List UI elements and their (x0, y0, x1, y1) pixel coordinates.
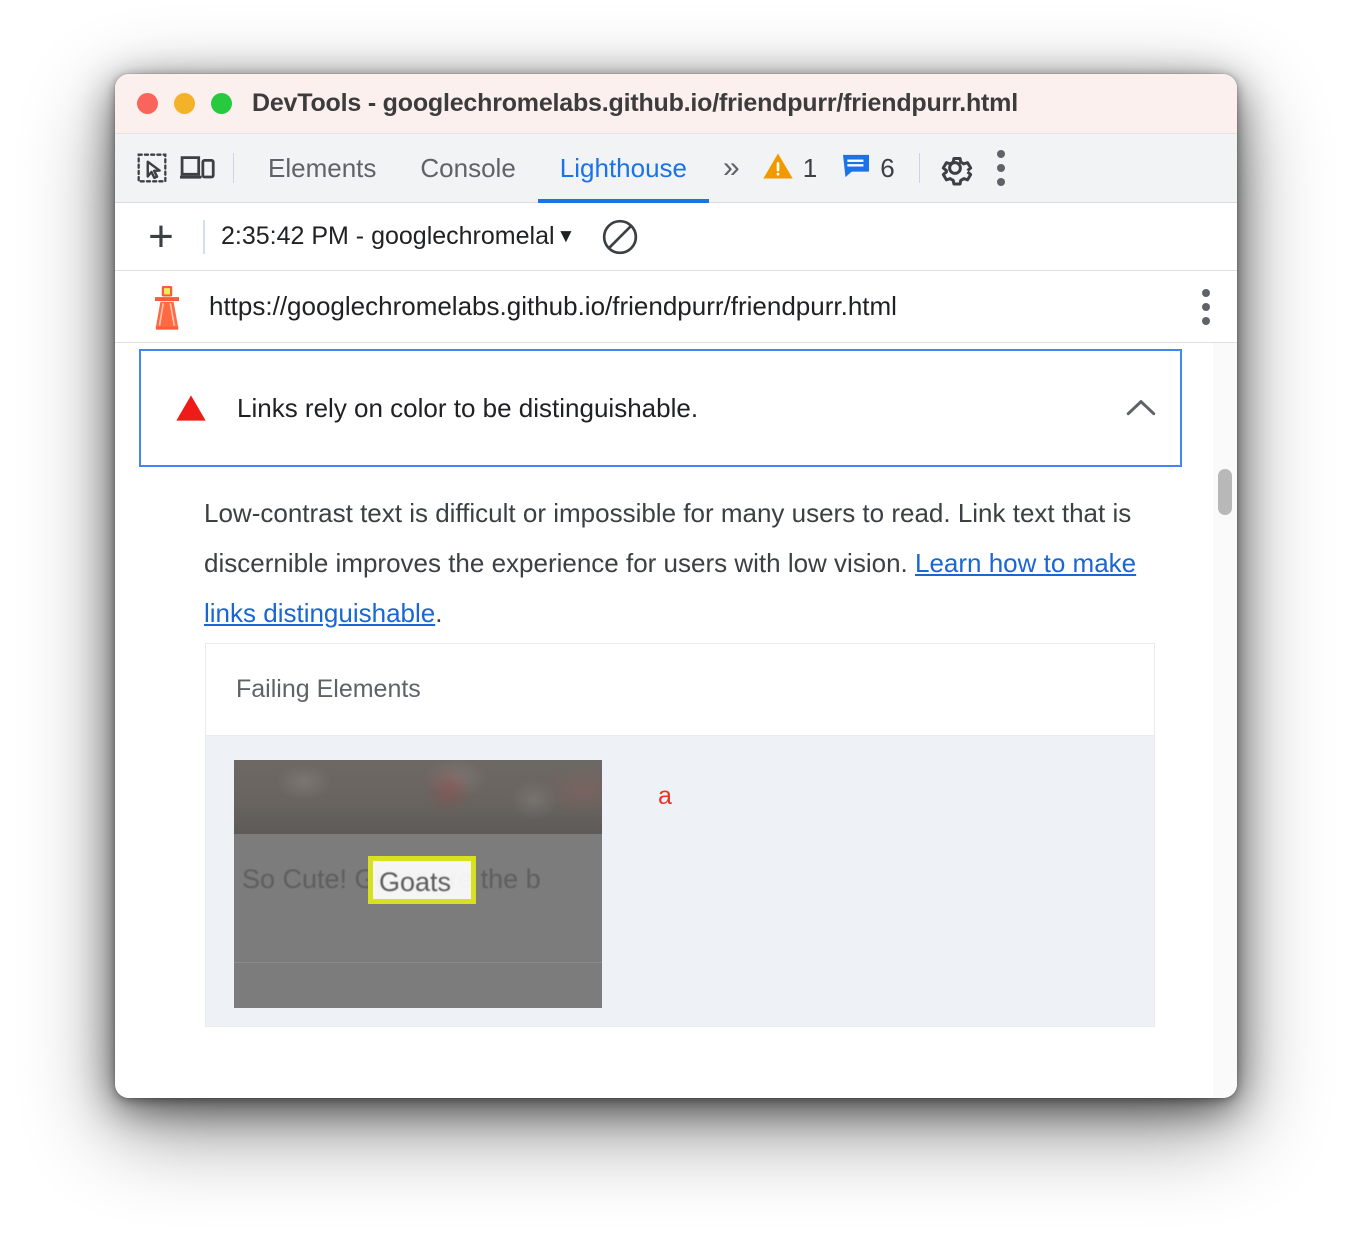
chevron-up-icon[interactable] (1124, 396, 1158, 420)
minimize-window-button[interactable] (174, 93, 195, 114)
report-url-bar: https://googlechromelabs.github.io/frien… (115, 271, 1237, 343)
no-entry-icon[interactable] (601, 218, 639, 256)
message-count: 6 (880, 152, 895, 183)
report-dropdown[interactable]: 2:35:42 PM - googlechromelal ▼ (221, 222, 575, 251)
device-toolbar-icon[interactable] (175, 145, 221, 191)
devtools-window: DevTools - googlechromelabs.github.io/fr… (115, 74, 1237, 1098)
message-bubble-icon (841, 153, 871, 184)
tab-elements[interactable]: Elements (246, 134, 398, 203)
element-selector: a (658, 782, 672, 810)
tabbar-divider-2 (918, 153, 920, 183)
chevron-double-right-icon[interactable]: » (709, 151, 750, 185)
window-titlebar: DevTools - googlechromelabs.github.io/fr… (115, 74, 1237, 134)
traffic-light-buttons (137, 93, 232, 114)
report-body: Links rely on color to be distinguishabl… (115, 343, 1237, 1098)
message-counter[interactable]: 6 (829, 153, 906, 184)
audit-description-period: . (435, 598, 443, 628)
gear-icon[interactable] (932, 145, 978, 191)
failing-elements-header: Failing Elements (206, 644, 1154, 736)
zoom-window-button[interactable] (211, 93, 232, 114)
table-row: So Cute! Goats are the b Goats a (206, 736, 1154, 1026)
kebab-menu-icon[interactable] (978, 145, 1024, 191)
lighthouse-report-toolbar: + 2:35:42 PM - googlechromelal ▼ (115, 203, 1237, 271)
report-url: https://googlechromelabs.github.io/frien… (209, 291, 897, 321)
toolbar-divider (203, 219, 205, 254)
report-menu-icon[interactable] (1201, 288, 1211, 325)
warning-count: 1 (802, 152, 818, 183)
close-window-button[interactable] (137, 93, 158, 114)
plus-icon[interactable]: + (139, 214, 183, 259)
devtools-tabbar: Elements Console Lighthouse » 1 6 (115, 134, 1237, 203)
element-thumbnail[interactable]: So Cute! Goats are the b Goats (234, 760, 602, 1008)
highlight-box: Goats (368, 856, 476, 904)
report-dropdown-label: 2:35:42 PM - googlechromelal (221, 222, 555, 250)
tab-lighthouse[interactable]: Lighthouse (537, 134, 710, 203)
caret-down-icon: ▼ (556, 225, 576, 247)
highlight-text: Goats (379, 867, 452, 897)
tabbar-divider (233, 153, 234, 183)
report-scrollbar-thumb[interactable] (1218, 469, 1232, 515)
thumbnail-rule (234, 962, 602, 963)
window-title: DevTools - googlechromelabs.github.io/fr… (252, 89, 1018, 117)
inspect-element-icon[interactable] (129, 145, 175, 191)
lighthouse-logo-icon (139, 283, 195, 331)
failing-elements-table: Failing Elements So Cute! Goats are the … (205, 643, 1155, 1027)
warning-counter[interactable]: 1 (750, 151, 829, 186)
tab-console[interactable]: Console (398, 134, 537, 203)
screenshot-stage: DevTools - googlechromelabs.github.io/fr… (0, 0, 1352, 1248)
warning-triangle-icon (762, 151, 794, 186)
audit-description: Low-contrast text is difficult or imposs… (204, 488, 1154, 638)
thumbnail-sky (234, 760, 602, 834)
audit-header[interactable]: Links rely on color to be distinguishabl… (139, 349, 1182, 467)
fail-triangle-icon (173, 394, 209, 422)
audit-title: Links rely on color to be distinguishabl… (237, 392, 699, 423)
report-scrollbar-track[interactable] (1213, 343, 1237, 1098)
